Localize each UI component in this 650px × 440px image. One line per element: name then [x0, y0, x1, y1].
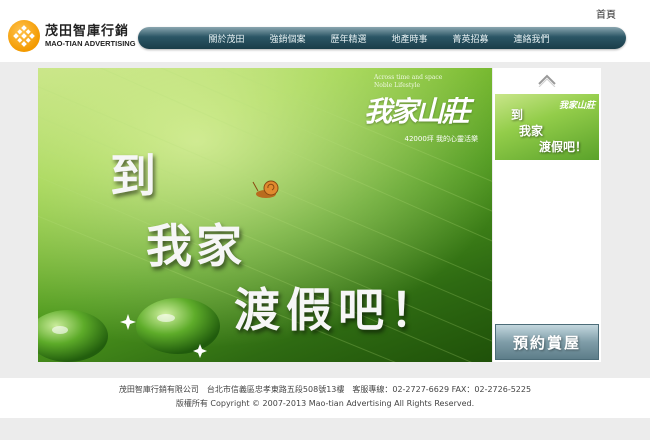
- brand-subtitle: 42000坪 我的心靈活樂: [404, 135, 479, 143]
- nav-item-contact[interactable]: 連絡我們: [501, 32, 562, 45]
- thumb-line-3: 渡假吧！: [539, 140, 588, 154]
- slogan-line-2: 我家: [146, 219, 246, 273]
- hero-banner[interactable]: Across time and space Noble Lifestyle 我家…: [38, 68, 492, 362]
- brand-name: 我家山莊: [363, 95, 470, 128]
- logo-english-name: MAO-TIAN ADVERTISING: [45, 38, 136, 48]
- thumb-line-1: 到: [511, 108, 524, 122]
- brand-block: Across time and space Noble Lifestyle 我家…: [324, 72, 484, 148]
- main-nav: 關於茂田 強銷個案 歷年精選 地產時事 菁英招募 連絡我們: [138, 27, 626, 49]
- page: 茂田智庫行銷 MAO-TIAN ADVERTISING 首頁 關於茂田 強銷個案…: [0, 0, 650, 440]
- footer-company-info: 茂田智庫行銷有限公司 台北市信義區忠孝東路五段508號13樓 客服專線：02-2…: [118, 385, 532, 394]
- reserve-viewing-button[interactable]: 預約賞屋: [495, 324, 599, 360]
- thumb-line-2: 我家: [519, 124, 544, 138]
- home-link[interactable]: 首頁: [596, 6, 616, 21]
- logo-mark-icon: [8, 20, 40, 52]
- logo-chinese-name: 茂田智庫行銷: [45, 23, 130, 39]
- footer-copyright: 版權所有 Copyright © 2007-2013 Mao-tian Adve…: [175, 399, 475, 408]
- scroll-up-arrow-icon[interactable]: [537, 72, 557, 88]
- nav-item-about[interactable]: 關於茂田: [196, 32, 257, 45]
- logo[interactable]: 茂田智庫行銷 MAO-TIAN ADVERTISING: [8, 18, 136, 54]
- slogan-line-1: 到: [110, 149, 156, 203]
- nav-item-selections[interactable]: 歷年精選: [318, 32, 379, 45]
- thumb-brand-name: 我家山莊: [558, 101, 595, 111]
- nav-item-recruitment[interactable]: 菁英招募: [440, 32, 501, 45]
- brand-tagline: Across time and space Noble Lifestyle: [374, 74, 443, 89]
- slogan-line-3: 渡假吧！: [234, 283, 442, 337]
- nav-item-cases[interactable]: 強銷個案: [257, 32, 318, 45]
- banner-thumbnail[interactable]: 我家山莊 到 我家 渡假吧！: [495, 94, 599, 160]
- nav-item-real-estate-news[interactable]: 地產時事: [379, 32, 440, 45]
- side-panel: 我家山莊 到 我家 渡假吧！ 預約賞屋: [493, 68, 601, 362]
- header: 茂田智庫行銷 MAO-TIAN ADVERTISING 首頁 關於茂田 強銷個案…: [0, 0, 650, 62]
- footer: 茂田智庫行銷有限公司 台北市信義區忠孝東路五段508號13樓 客服專線：02-2…: [0, 378, 650, 418]
